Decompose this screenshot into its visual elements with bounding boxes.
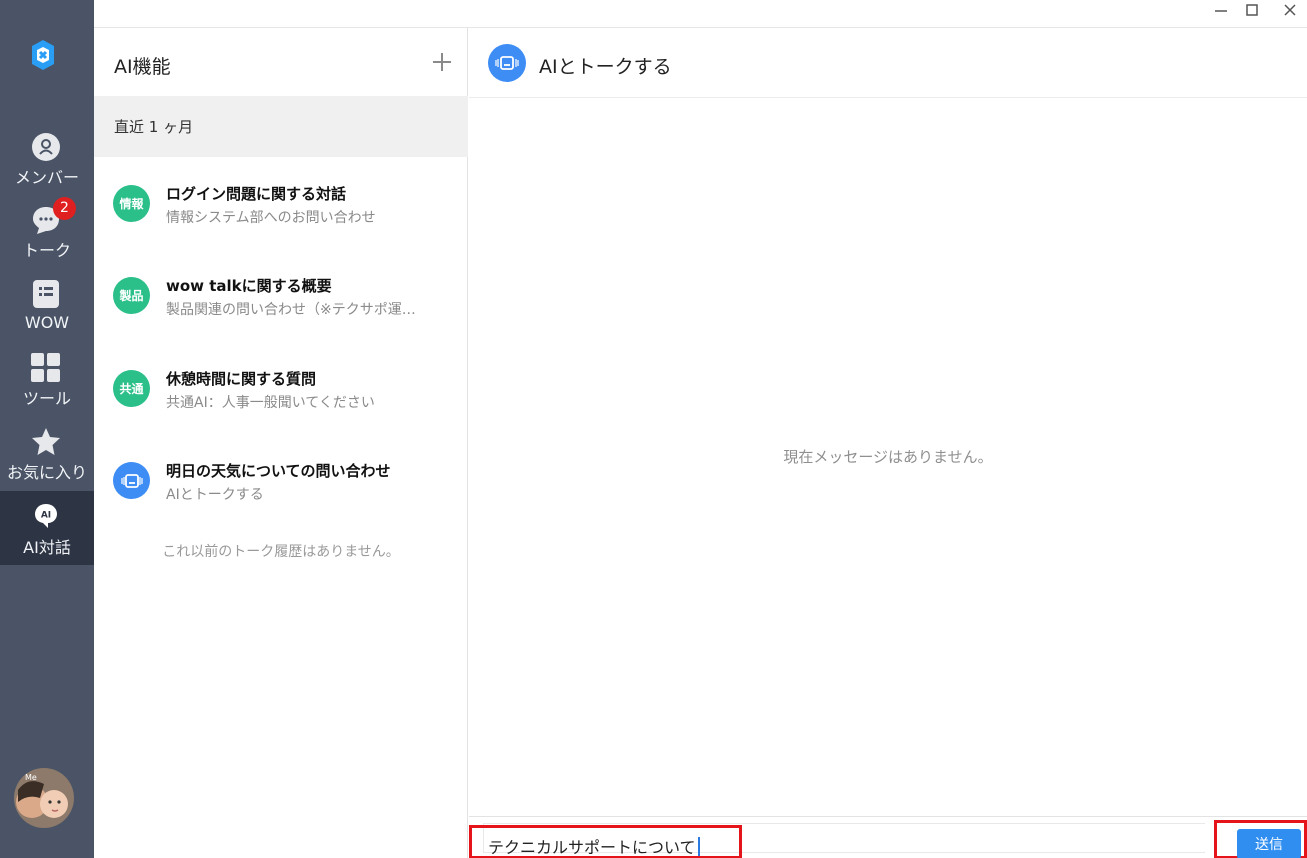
sidebar-item-label: メンバー <box>14 168 79 187</box>
ai-robot-icon <box>113 462 150 499</box>
chat-area: AIとトークする 現在メッセージはありません。 <box>469 28 1307 858</box>
plus-icon[interactable] <box>430 50 454 74</box>
conversation-subtitle: 製品関連の問い合わせ（※テクサポ運… <box>166 302 416 318</box>
section-header: 直近 1 ヶ月 <box>94 96 468 157</box>
member-icon <box>31 132 61 162</box>
maximize-icon[interactable] <box>1237 0 1267 20</box>
chat-header: AIとトークする <box>469 28 1307 98</box>
category-badge: 情報 <box>113 185 150 222</box>
avatar[interactable]: Me <box>14 768 74 828</box>
conversation-subtitle: 共通AI：人事一般聞いてください <box>166 395 375 411</box>
sidebar-item-label: トーク <box>22 241 71 260</box>
list-item[interactable]: 共通 休憩時間に関する質問 共通AI：人事一般聞いてください <box>94 353 468 445</box>
sidebar-item-favorites[interactable]: お気に入り <box>0 427 94 499</box>
conversation-subtitle: 情報システム部へのお問い合わせ <box>166 210 376 226</box>
empty-state-message: 現在メッセージはありません。 <box>783 448 993 466</box>
tools-grid-icon <box>31 353 61 383</box>
close-icon[interactable] <box>1275 0 1305 20</box>
ai-robot-icon <box>488 44 526 82</box>
sidebar-item-label: ツール <box>22 389 71 408</box>
conversation-title: ログイン問題に関する対話 <box>166 185 347 203</box>
section-label: 直近 1 ヶ月 <box>114 118 194 136</box>
conversation-subtitle: AIとトークする <box>166 487 264 503</box>
panel-title: AI機能 <box>114 56 171 78</box>
sidebar-item-tools[interactable]: ツール <box>0 353 94 425</box>
conversation-title: wow talkに関する概要 <box>166 277 332 295</box>
sidebar-item-talk[interactable]: トーク <box>0 205 94 277</box>
message-composer: テクニカルサポートについて 送信 <box>469 816 1307 858</box>
sidebar-item-member[interactable]: メンバー <box>0 132 94 204</box>
sidebar-item-label: AI対話 <box>23 538 71 557</box>
unread-badge: 2 <box>53 197 76 220</box>
send-button[interactable]: 送信 <box>1237 829 1301 858</box>
send-button-highlight: 送信 <box>1214 820 1307 858</box>
sidebar-item-ai-chat[interactable]: AI AI対話 <box>0 491 94 565</box>
list-item[interactable]: 情報 ログイン問題に関する対話 情報システム部へのお問い合わせ <box>94 168 468 260</box>
conversation-title: 休憩時間に関する質問 <box>166 370 317 388</box>
ai-chat-icon: AI <box>31 501 61 531</box>
nav-rail: メンバー トーク 2 WOW ツール お気に入り AI AI対話 Me <box>0 0 94 858</box>
conversation-title: 明日の天気についての問い合わせ <box>166 462 391 480</box>
category-badge: 製品 <box>113 277 150 314</box>
category-badge: 共通 <box>113 370 150 407</box>
sidebar-item-wow[interactable]: WOW <box>0 279 94 351</box>
sidebar-item-label: お気に入り <box>6 463 87 482</box>
svg-text:AI: AI <box>41 511 51 521</box>
window-titlebar <box>94 0 1307 28</box>
input-value: テクニカルサポートについて <box>488 834 700 858</box>
chat-title: AIとトークする <box>539 56 672 78</box>
list-header: AI機能 <box>94 28 468 96</box>
minimize-icon[interactable] <box>1206 0 1236 20</box>
message-input[interactable]: テクニカルサポートについて <box>469 825 742 858</box>
list-item[interactable]: 明日の天気についての問い合わせ AIとトークする <box>94 445 468 537</box>
sidebar-item-label: WOW <box>24 313 70 332</box>
svg-text:Me: Me <box>25 773 37 782</box>
list-item[interactable]: 製品 wow talkに関する概要 製品関連の問い合わせ（※テクサポ運… <box>94 260 468 352</box>
conversation-list-panel: AI機能 直近 1 ヶ月 情報 ログイン問題に関する対話 情報システム部へのお問… <box>94 28 468 858</box>
wow-icon <box>31 279 61 309</box>
app-logo-icon[interactable] <box>26 38 60 72</box>
history-end-note: これ以前のトーク履歴はありません。 <box>162 544 400 560</box>
text-caret <box>697 837 700 856</box>
star-icon <box>31 427 61 457</box>
